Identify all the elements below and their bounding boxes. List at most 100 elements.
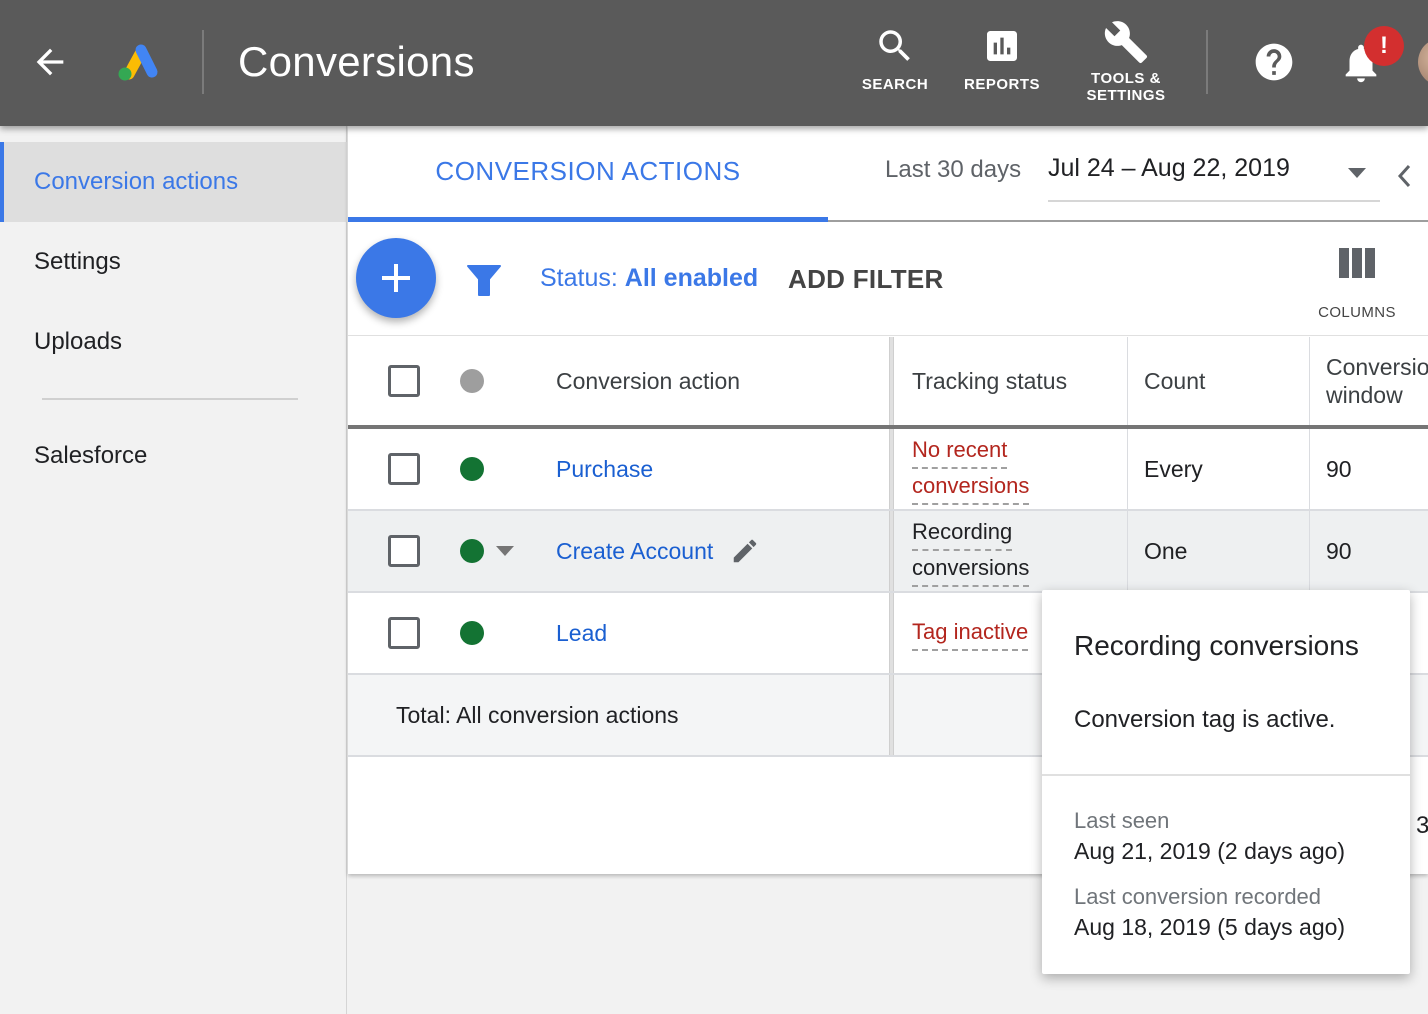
header-conversion-window[interactable]: Conversion window — [1326, 337, 1428, 425]
columns-button[interactable]: COLUMNS — [1314, 248, 1400, 321]
column-divider — [889, 593, 894, 673]
last-seen-value: Aug 21, 2019 (2 days ago) — [1074, 838, 1346, 864]
reports-button[interactable]: REPORTS — [964, 22, 1040, 93]
conversion-action-link[interactable]: Lead — [556, 593, 607, 673]
tools-label-line1: TOOLS & — [1091, 70, 1161, 87]
edit-button[interactable] — [730, 511, 760, 591]
sidebar-item-settings[interactable]: Settings — [0, 222, 347, 302]
date-range-picker[interactable]: Jul 24 – Aug 22, 2019 — [1048, 154, 1380, 202]
tracking-status-line1: No recent — [912, 433, 1008, 469]
header-count[interactable]: Count — [1144, 337, 1205, 425]
tracking-status-popover: Recording conversions Conversion tag is … — [1042, 590, 1410, 974]
sidebar: Conversion actions Settings Uploads Sale… — [0, 126, 347, 1014]
status-filter-value: All enabled — [624, 264, 759, 292]
column-divider — [1309, 337, 1310, 425]
column-divider — [889, 511, 894, 591]
tab-bar: CONVERSION ACTIONS Last 30 days Jul 24 –… — [348, 126, 1428, 222]
date-range-label: Last 30 days — [885, 156, 1022, 183]
chevron-left-icon — [1397, 164, 1411, 188]
column-divider — [889, 675, 894, 755]
header-conversion-action[interactable]: Conversion action — [556, 337, 740, 425]
tools-settings-button[interactable]: TOOLS & SETTINGS — [1082, 18, 1170, 104]
column-divider — [1127, 337, 1128, 425]
column-divider — [1127, 429, 1128, 509]
reports-label: REPORTS — [964, 76, 1041, 93]
row-checkbox[interactable] — [388, 535, 420, 567]
sidebar-item-uploads[interactable]: Uploads — [0, 302, 347, 382]
total-label: Total: All conversion actions — [396, 701, 679, 728]
column-divider — [1127, 511, 1128, 591]
google-ads-logo[interactable] — [114, 40, 162, 84]
toolbar: Status: All enabled ADD FILTER COLUMNS — [348, 222, 1428, 336]
sidebar-item-salesforce[interactable]: Salesforce — [0, 416, 347, 496]
add-filter-button[interactable]: ADD FILTER — [788, 264, 944, 295]
tracking-status[interactable]: Tag inactive — [912, 593, 1029, 673]
top-app-bar: Conversions SEARCH REPORTS TOOLS & SETTI… — [0, 0, 1428, 126]
popover-divider — [1042, 774, 1410, 776]
table-row: Purchase No recent conversions Every 90 — [348, 429, 1428, 511]
tracking-status[interactable]: No recent conversions — [912, 429, 1030, 509]
last-recorded-label: Last conversion recorded — [1074, 884, 1322, 909]
back-button[interactable] — [30, 42, 70, 82]
column-divider — [1309, 429, 1310, 509]
columns-label: COLUMNS — [1318, 304, 1396, 321]
tools-label-line2: SETTINGS — [1086, 87, 1166, 104]
popover-description: Conversion tag is active. — [1074, 706, 1336, 733]
avatar[interactable] — [1418, 38, 1428, 86]
search-label: SEARCH — [861, 76, 929, 93]
count-cell: One — [1144, 537, 1188, 564]
filter-icon — [467, 265, 501, 296]
table-header-row: Conversion action Tracking status Count … — [348, 337, 1428, 429]
popover-title: Recording conversions — [1074, 630, 1359, 661]
conversion-action-link[interactable]: Purchase — [556, 429, 653, 509]
row-checkbox[interactable] — [388, 617, 420, 649]
status-dropdown-button[interactable] — [496, 511, 514, 591]
conversion-action-link[interactable]: Create Account — [556, 511, 713, 591]
header-window-line2: window — [1326, 382, 1403, 408]
add-conversion-button[interactable] — [356, 238, 436, 318]
tracking-status[interactable]: Recording conversions — [912, 511, 1030, 591]
status-filter-chip[interactable]: Status: All enabled — [540, 264, 758, 293]
row-checkbox[interactable] — [388, 453, 420, 485]
enabled-status-dot — [460, 457, 484, 481]
column-divider — [1309, 511, 1310, 591]
reports-icon — [987, 31, 1017, 61]
enabled-status-dot — [460, 539, 484, 563]
select-all-checkbox[interactable] — [388, 365, 420, 397]
help-icon — [1255, 43, 1293, 81]
header-divider — [1206, 30, 1208, 94]
plus-icon — [382, 264, 410, 292]
last-seen-label: Last seen — [1074, 808, 1170, 833]
enabled-status-dot — [460, 621, 484, 645]
count-cell: Every — [1144, 455, 1203, 482]
date-range-value: Jul 24 – Aug 22, 2019 — [1048, 154, 1290, 182]
tracking-status-line2: conversions — [912, 469, 1030, 505]
header-divider — [202, 30, 204, 94]
status-dot-header — [460, 369, 484, 393]
last-recorded-value: Aug 18, 2019 (5 days ago) — [1074, 914, 1346, 940]
tracking-status-line1: Recording — [912, 515, 1013, 551]
filter-button[interactable] — [466, 262, 502, 298]
arrow-back-icon — [36, 48, 64, 76]
pencil-icon — [733, 539, 757, 563]
status-filter-prefix: Status: — [540, 264, 618, 292]
tracking-status-line1: Tag inactive — [912, 615, 1029, 651]
columns-icon — [1339, 248, 1375, 278]
tab-conversion-actions[interactable]: CONVERSION ACTIONS — [348, 126, 828, 222]
window-cell: 90 — [1326, 455, 1352, 482]
chevron-down-icon — [1348, 168, 1366, 178]
pagination-count: 3 — [1416, 812, 1428, 839]
previous-period-button[interactable] — [1392, 162, 1416, 190]
window-cell: 90 — [1326, 537, 1352, 564]
alert-badge: ! — [1364, 26, 1404, 66]
sidebar-item-conversion-actions[interactable]: Conversion actions — [0, 142, 347, 222]
header-tracking-status[interactable]: Tracking status — [912, 337, 1067, 425]
table-row: Create Account Recording conversions One… — [348, 511, 1428, 593]
tracking-status-line2: conversions — [912, 551, 1030, 587]
search-button[interactable]: SEARCH — [862, 22, 928, 93]
column-divider — [889, 429, 894, 509]
wrench-icon — [1104, 21, 1148, 64]
column-divider — [889, 337, 894, 425]
sidebar-divider — [42, 398, 298, 400]
help-button[interactable] — [1252, 40, 1296, 84]
